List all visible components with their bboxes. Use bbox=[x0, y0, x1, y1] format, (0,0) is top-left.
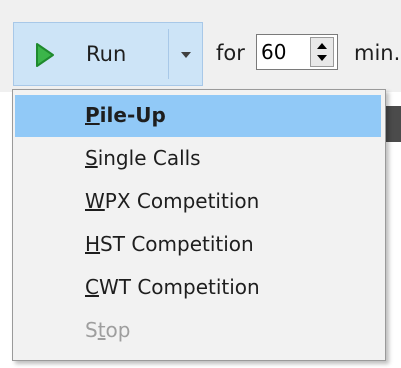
spin-buttons[interactable] bbox=[310, 37, 334, 67]
run-split-button[interactable]: Run bbox=[13, 22, 203, 86]
menu-item-wpx-competition[interactable]: WPX Competition bbox=[15, 181, 381, 223]
menu-item-pile-up[interactable]: Pile-Up bbox=[15, 95, 381, 137]
menu-item-label: HST Competition bbox=[85, 232, 254, 256]
run-mode-menu: Pile-Up Single Calls WPX Competition HST… bbox=[12, 89, 386, 361]
menu-item-hst-competition[interactable]: HST Competition bbox=[15, 224, 381, 266]
duration-value[interactable]: 60 bbox=[261, 37, 286, 67]
chevron-down-icon bbox=[181, 52, 191, 58]
menu-item-label: Single Calls bbox=[85, 146, 201, 170]
play-icon bbox=[36, 43, 54, 67]
unit-label: min. bbox=[354, 41, 401, 65]
menu-item-label: Pile-Up bbox=[85, 103, 166, 127]
menu-item-label: CWT Competition bbox=[85, 275, 260, 299]
spin-down-icon[interactable] bbox=[316, 54, 328, 62]
spin-up-icon[interactable] bbox=[316, 42, 328, 50]
menu-item-single-calls[interactable]: Single Calls bbox=[15, 138, 381, 180]
menu-item-label: WPX Competition bbox=[85, 189, 260, 213]
toolbar: Run for 60 min. bbox=[0, 0, 401, 92]
run-label: Run bbox=[86, 42, 127, 66]
duration-spinbox[interactable]: 60 bbox=[256, 34, 338, 70]
run-dropdown-button[interactable] bbox=[169, 23, 202, 85]
menu-item-stop: Stop bbox=[15, 310, 381, 352]
run-button[interactable]: Run bbox=[14, 23, 168, 85]
menu-item-cwt-competition[interactable]: CWT Competition bbox=[15, 267, 381, 309]
background-panel bbox=[384, 106, 401, 142]
for-label: for bbox=[216, 41, 245, 65]
menu-item-label: Stop bbox=[85, 318, 131, 342]
